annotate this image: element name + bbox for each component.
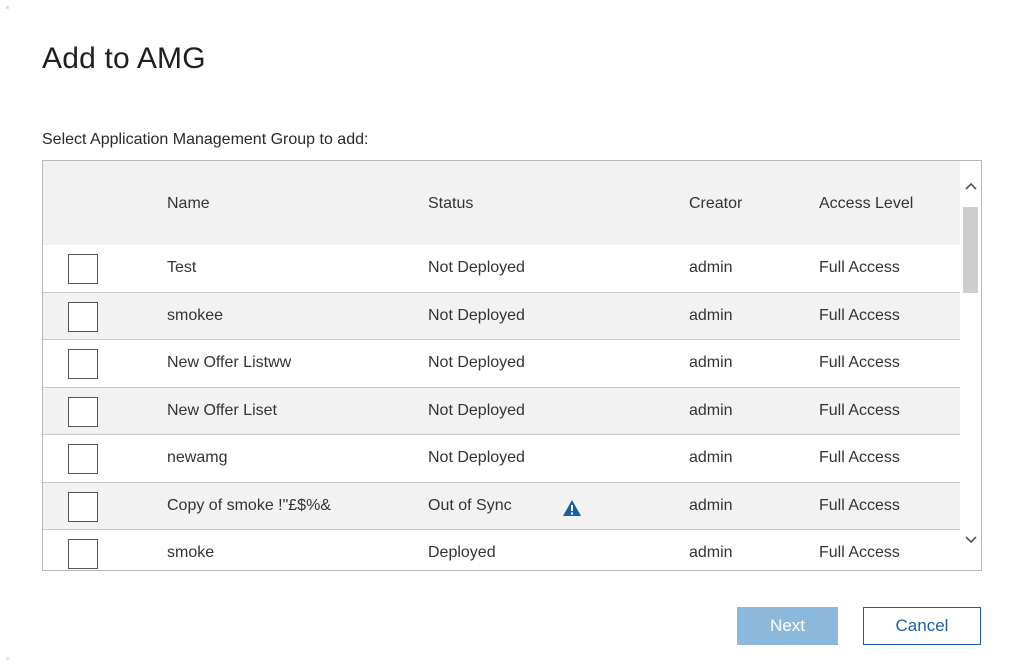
cell-name: New Offer Liset: [167, 401, 277, 419]
cell-status: Deployed: [428, 544, 496, 561]
cancel-button[interactable]: Cancel: [863, 607, 981, 645]
chevron-up-icon[interactable]: [963, 179, 979, 195]
table-row[interactable]: Test Not Deployed admin Full Access: [43, 245, 960, 293]
cell-access-level: Full Access: [819, 544, 900, 561]
cell-creator: admin: [689, 496, 733, 514]
cell-name: smokee: [167, 306, 224, 324]
warning-triangle-icon[interactable]: [562, 499, 582, 517]
column-header-creator[interactable]: Creator: [689, 195, 742, 213]
scrollbar-thumb[interactable]: [963, 207, 978, 293]
cell-name: smoke: [167, 544, 215, 561]
amg-table: Name Status Creator Access Level Test No…: [42, 160, 982, 571]
table-body: Test Not Deployed admin Full Access smok…: [43, 245, 960, 570]
table-row[interactable]: New Offer Listww Not Deployed admin Full…: [43, 340, 960, 388]
cell-status: Out of Sync: [428, 496, 512, 514]
cell-status: Not Deployed: [428, 401, 525, 419]
corner-mark-bottom: [6, 657, 9, 660]
vertical-scrollbar[interactable]: [960, 161, 981, 570]
cell-access-level: Full Access: [819, 306, 900, 324]
cell-creator: admin: [689, 544, 733, 561]
cell-name: New Offer Listww: [167, 354, 292, 371]
row-checkbox[interactable]: [68, 396, 98, 427]
cell-status: Not Deployed: [428, 449, 525, 466]
cell-name: newamg: [167, 449, 228, 466]
row-checkbox[interactable]: [68, 539, 98, 569]
cell-access-level: Full Access: [819, 449, 900, 466]
row-checkbox[interactable]: [68, 491, 98, 522]
dialog-title: Add to AMG: [42, 42, 206, 75]
row-checkbox[interactable]: [68, 349, 98, 379]
cell-status: Not Deployed: [428, 306, 525, 324]
next-button[interactable]: Next: [737, 607, 838, 645]
table-row[interactable]: newamg Not Deployed admin Full Access: [43, 435, 960, 483]
cell-access-level: Full Access: [819, 354, 900, 371]
row-checkbox[interactable]: [68, 301, 98, 332]
cell-name: Copy of smoke !"£$%&: [167, 496, 331, 514]
column-header-status[interactable]: Status: [428, 195, 473, 213]
cell-name: Test: [167, 259, 197, 276]
cell-creator: admin: [689, 401, 733, 419]
table-header: Name Status Creator Access Level: [43, 161, 960, 245]
cell-status: Not Deployed: [428, 259, 525, 276]
chevron-down-icon[interactable]: [963, 531, 979, 547]
table-row[interactable]: smoke Deployed admin Full Access: [43, 530, 960, 570]
cell-creator: admin: [689, 259, 733, 276]
cell-access-level: Full Access: [819, 401, 900, 419]
row-checkbox[interactable]: [68, 444, 98, 474]
cell-access-level: Full Access: [819, 496, 900, 514]
row-checkbox[interactable]: [68, 254, 98, 284]
column-header-access-level[interactable]: Access Level: [819, 195, 913, 213]
cell-creator: admin: [689, 449, 733, 466]
cell-creator: admin: [689, 354, 733, 371]
selection-prompt: Select Application Management Group to a…: [42, 131, 369, 148]
corner-mark: [6, 6, 9, 9]
table-row[interactable]: smokee Not Deployed admin Full Access: [43, 292, 960, 340]
column-header-name[interactable]: Name: [167, 195, 210, 213]
table-row[interactable]: New Offer Liset Not Deployed admin Full …: [43, 387, 960, 435]
cell-creator: admin: [689, 306, 733, 324]
table-row[interactable]: Copy of smoke !"£$%& Out of Sync admin F…: [43, 482, 960, 530]
cell-status: Not Deployed: [428, 354, 525, 371]
cell-access-level: Full Access: [819, 259, 900, 276]
